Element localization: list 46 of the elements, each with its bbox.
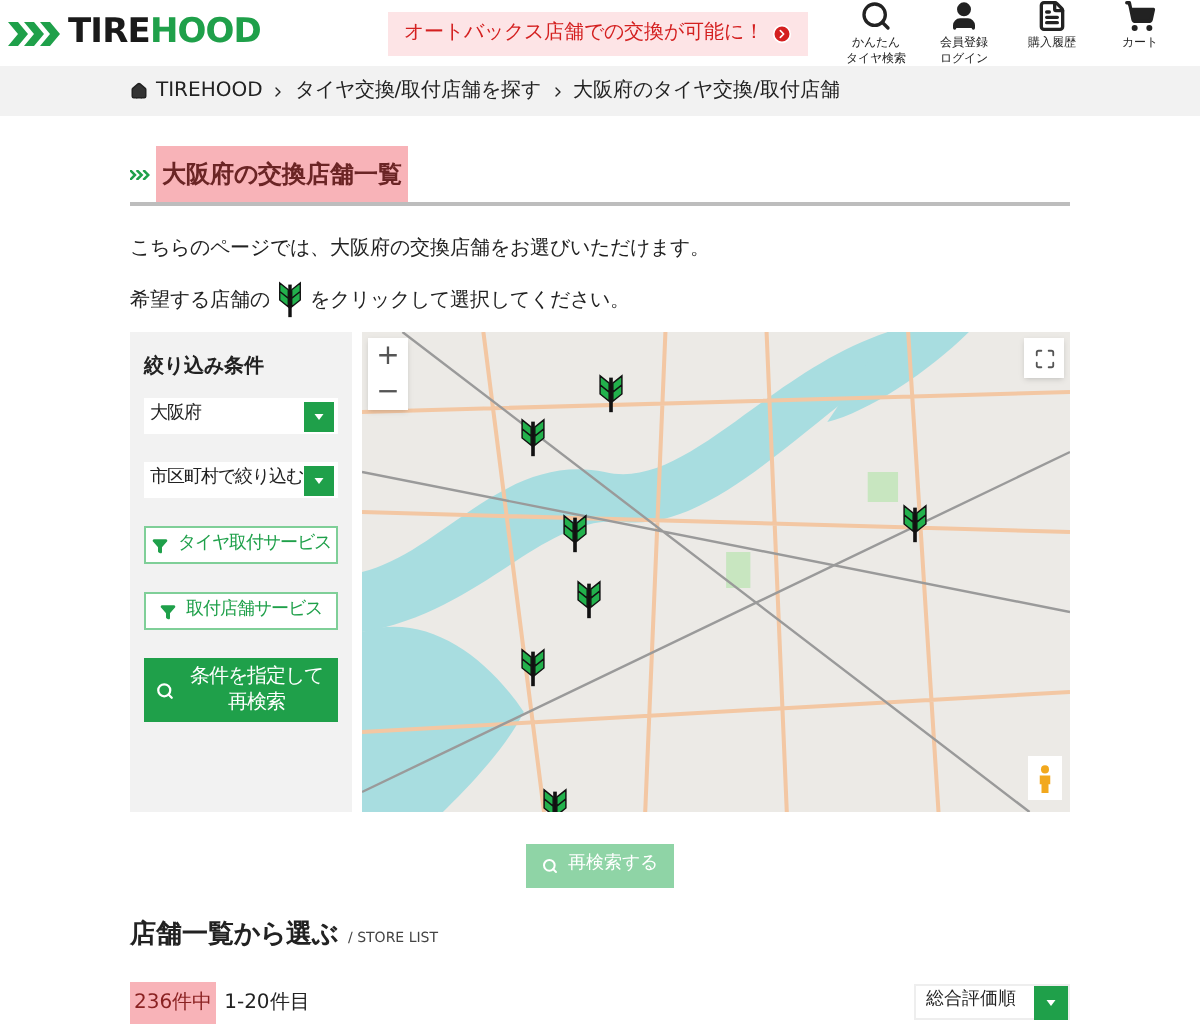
service-filter-button[interactable]: タイヤ取付サービス <box>144 526 338 564</box>
fullscreen-button[interactable] <box>1024 338 1064 378</box>
zoom-out-button[interactable]: − <box>368 374 408 410</box>
fullscreen-icon <box>1033 347 1055 369</box>
dropdown-icon <box>304 465 334 495</box>
instruction-text: をクリックして選択してください。 <box>310 287 630 315</box>
result-range: 1-20件目 <box>224 989 310 1017</box>
home-icon <box>130 82 148 100</box>
store-marker-icon[interactable] <box>576 580 603 621</box>
zoom-in-button[interactable]: + <box>368 338 408 374</box>
select-field[interactable]: 大阪府 <box>144 398 338 434</box>
result-count: 236件中 <box>130 981 217 1023</box>
select-field[interactable]: 市区町村で絞り込む <box>144 462 338 498</box>
intro-text: こちらのページでは、大阪府の交換店舗をお選びいただけます。 <box>130 235 712 264</box>
map[interactable]: + − <box>362 332 1070 812</box>
filter-icon <box>151 537 168 553</box>
store-marker-icon[interactable] <box>597 374 624 415</box>
document-icon <box>1036 0 1068 31</box>
logo-text: TIRE <box>68 16 150 50</box>
chevrons-icon <box>130 169 150 179</box>
store-marker-icon[interactable] <box>562 513 589 554</box>
section-title: 店舗一覧から選ぶ <box>130 917 338 954</box>
search-icon <box>860 0 892 31</box>
logo-text: HOOD <box>149 16 261 50</box>
instruction-text: 希望する店舗の <box>130 287 270 315</box>
cart-icon <box>1124 0 1156 31</box>
store-marker-icon[interactable] <box>519 648 546 688</box>
user-icon <box>948 0 980 31</box>
filter-title: 絞り込み条件 <box>144 352 266 382</box>
breadcrumb-link[interactable]: タイヤ交換/取付店舗を探す <box>294 81 542 101</box>
breadcrumb-link[interactable]: 大阪府のタイヤ交換/取付店舗 <box>573 81 841 101</box>
dropdown-icon <box>304 401 334 431</box>
store-marker-icon[interactable] <box>902 504 929 544</box>
dropdown-icon <box>1034 985 1068 1019</box>
breadcrumb-link[interactable]: TIREHOOD <box>156 81 263 101</box>
person-icon <box>1038 763 1052 793</box>
chevrons-logo-icon <box>8 21 60 45</box>
page-title: 大阪府の交換店舗一覧 <box>156 146 408 202</box>
marker-icon <box>278 280 302 320</box>
notice-banner[interactable]: オートバックス店舗での交換が可能に！ <box>388 11 808 55</box>
filter-icon <box>160 603 176 619</box>
search-icon <box>542 858 558 874</box>
store-marker-icon[interactable] <box>519 417 546 458</box>
search-icon <box>156 681 174 699</box>
sort-select[interactable]: 総合評価順 <box>914 984 1070 1020</box>
arrow-circle-icon <box>772 23 792 43</box>
